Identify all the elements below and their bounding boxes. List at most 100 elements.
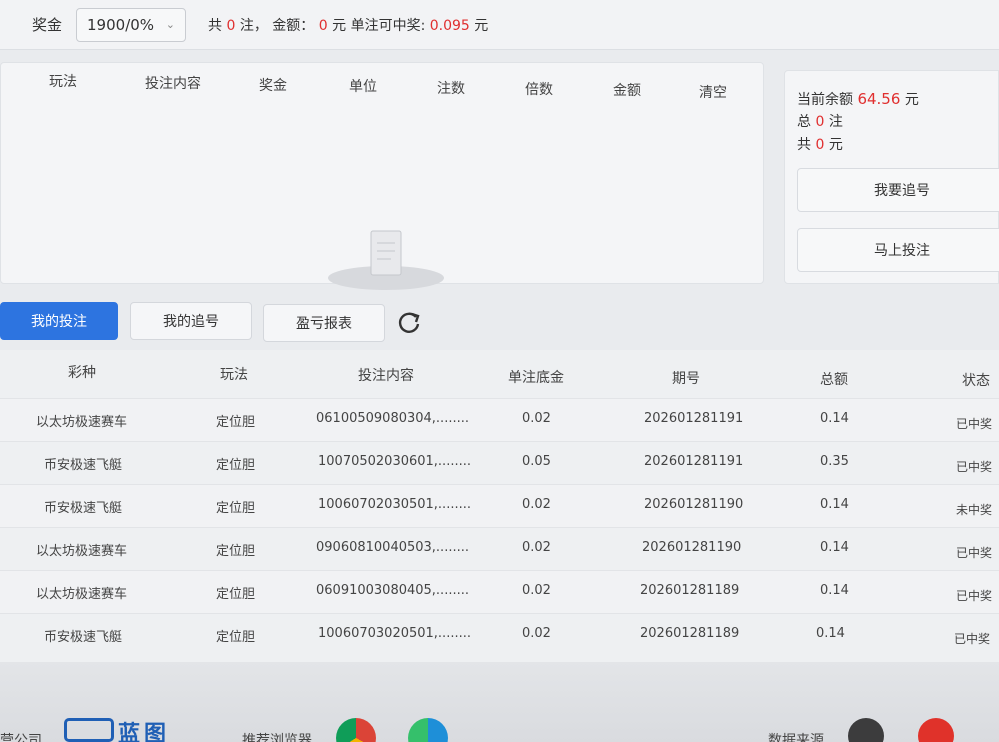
footer-company: 营公司 <box>0 733 42 742</box>
summary-prefix: 共 <box>208 17 223 34</box>
refresh-icon[interactable] <box>396 310 422 336</box>
side-panel: 当前余额 64.56 元 总 0 注 共 0 元 我要追号 马上投注 <box>784 70 999 284</box>
col-multiple: 倍数 <box>525 82 553 98</box>
prize-select[interactable]: 1900/0% ⌄ <box>76 7 187 42</box>
single-prize-unit: 元 <box>474 17 489 34</box>
cell-content: 10070502030601,........ <box>318 454 471 469</box>
cell-status: 已中奖 <box>956 546 993 560</box>
bet-list-header: 玩法 投注内容 奖金 单位 注数 倍数 金额 清空 <box>1 63 763 102</box>
cell-play: 定位胆 <box>216 630 256 645</box>
prize-select-value: 1900/0% <box>87 15 155 34</box>
cell-play: 定位胆 <box>216 458 256 473</box>
empty-clipboard-icon <box>328 230 444 290</box>
cell-total: 0.14 <box>820 411 849 426</box>
cell-status: 未中奖 <box>956 503 993 517</box>
col-unit: 单位 <box>349 79 377 95</box>
table-row[interactable]: 币安极速飞艇 定位胆 10070502030601,........ 0.05 … <box>0 441 999 484</box>
records-header: 彩种 玩法 投注内容 单注底金 期号 总额 状态 <box>0 350 999 400</box>
cell-issue: 202601281190 <box>644 497 744 512</box>
summary-count: 0 <box>226 17 236 34</box>
col-bet-content: 投注内容 <box>358 368 414 384</box>
cell-play: 定位胆 <box>216 587 256 602</box>
cell-stake: 0.02 <box>522 540 551 555</box>
table-row[interactable]: 币安极速飞艇 定位胆 10060702030501,........ 0.02 … <box>0 484 999 527</box>
total-unit: 注 <box>828 114 843 130</box>
cell-content: 06100509080304,........ <box>316 411 469 426</box>
cell-play: 定位胆 <box>216 415 256 430</box>
chase-number-button[interactable]: 我要追号 <box>797 168 999 212</box>
cell-status: 已中奖 <box>954 632 991 646</box>
balance-value: 64.56 <box>857 90 901 108</box>
cell-play: 定位胆 <box>216 544 256 559</box>
bet-summary: 共 0 注， 金额： 0 元 单注可中奖: 0.095 元 <box>208 15 488 35</box>
cell-issue: 202601281189 <box>640 583 740 598</box>
cell-status: 已中奖 <box>956 417 993 431</box>
cell-lottery: 币安极速飞艇 <box>44 630 123 645</box>
cell-issue: 202601281191 <box>644 411 744 426</box>
col-amount: 金额 <box>613 83 641 99</box>
tab-my-chase[interactable]: 我的追号 <box>130 302 252 340</box>
chevron-down-icon: ⌄ <box>165 18 176 31</box>
cell-stake: 0.02 <box>522 497 551 512</box>
cell-total: 0.14 <box>816 626 845 641</box>
cell-lottery: 以太坊极速赛车 <box>36 415 128 430</box>
total-sum-line: 共 0 元 <box>797 134 843 154</box>
single-prize-label: 单注可中奖: <box>350 17 426 34</box>
cell-stake: 0.02 <box>522 583 551 598</box>
footer-browser-label: 推荐浏览器 <box>242 733 312 742</box>
sum-value: 0 <box>815 137 825 153</box>
cell-status: 已中奖 <box>956 460 993 474</box>
total-label: 总 <box>797 114 811 130</box>
balance-line: 当前余额 64.56 元 <box>797 89 919 109</box>
col-lottery: 彩种 <box>68 365 96 381</box>
sum-unit: 元 <box>828 137 843 153</box>
cell-issue: 202601281191 <box>644 454 744 469</box>
balance-label: 当前余额 <box>797 92 853 108</box>
bet-records-table: 彩种 玩法 投注内容 单注底金 期号 总额 状态 以太坊极速赛车 定位胆 061… <box>0 350 999 662</box>
cell-total: 0.14 <box>820 583 849 598</box>
sum-label: 共 <box>797 137 811 153</box>
cell-stake: 0.05 <box>522 454 551 469</box>
summary-unit: 元 <box>332 17 347 34</box>
footer-source-label: 数据来源 <box>768 733 824 742</box>
col-total: 总额 <box>820 372 848 388</box>
table-row[interactable]: 以太坊极速赛车 定位胆 06091003080405,........ 0.02… <box>0 570 999 613</box>
col-content: 投注内容 <box>145 76 201 92</box>
summary-amount: 0 <box>318 17 328 34</box>
cell-content: 10060703020501,........ <box>318 626 471 641</box>
table-row[interactable]: 币安极速飞艇 定位胆 10060703020501,........ 0.02 … <box>0 613 999 656</box>
cell-lottery: 币安极速飞艇 <box>44 458 123 473</box>
col-prize: 奖金 <box>259 78 287 94</box>
clear-button[interactable]: 清空 <box>699 82 727 102</box>
total-value: 0 <box>815 114 825 130</box>
cell-lottery: 以太坊极速赛车 <box>36 587 128 602</box>
bet-list-panel: 玩法 投注内容 奖金 单位 注数 倍数 金额 清空 <box>0 62 764 290</box>
cell-issue: 202601281190 <box>642 540 742 555</box>
table-row[interactable]: 以太坊极速赛车 定位胆 09060810040503,........ 0.02… <box>0 527 999 570</box>
col-play-type: 玩法 <box>220 367 248 383</box>
balance-unit: 元 <box>904 92 919 108</box>
cell-content: 09060810040503,........ <box>316 540 469 555</box>
top-bar: 奖金 1900/0% ⌄ 共 0 注， 金额： 0 元 单注可中奖: 0.095… <box>0 0 999 50</box>
cell-play: 定位胆 <box>216 501 256 516</box>
col-unit-stake: 单注底金 <box>508 370 564 386</box>
prize-label: 奖金 <box>32 16 63 34</box>
record-tabs: 我的投注 我的追号 盈亏报表 <box>0 302 999 342</box>
summary-mid: 注， 金额： <box>239 17 315 34</box>
tab-my-bets[interactable]: 我的投注 <box>0 302 118 340</box>
cell-issue: 202601281189 <box>640 626 740 641</box>
cell-total: 0.14 <box>820 497 849 512</box>
cell-status: 已中奖 <box>956 589 993 603</box>
col-status: 状态 <box>962 373 990 389</box>
place-bet-button[interactable]: 马上投注 <box>797 228 999 272</box>
footer-logo-text: 蓝图 <box>118 722 171 742</box>
total-count-line: 总 0 注 <box>797 111 843 131</box>
col-issue: 期号 <box>672 371 700 387</box>
cell-content: 10060702030501,........ <box>318 497 471 512</box>
col-play: 玩法 <box>49 74 77 90</box>
table-row[interactable]: 以太坊极速赛车 定位胆 06100509080304,........ 0.02… <box>0 398 999 441</box>
single-prize-value: 0.095 <box>429 17 470 34</box>
cell-stake: 0.02 <box>522 626 551 641</box>
tab-pnl-report[interactable]: 盈亏报表 <box>263 304 385 342</box>
cell-lottery: 币安极速飞艇 <box>44 501 123 516</box>
